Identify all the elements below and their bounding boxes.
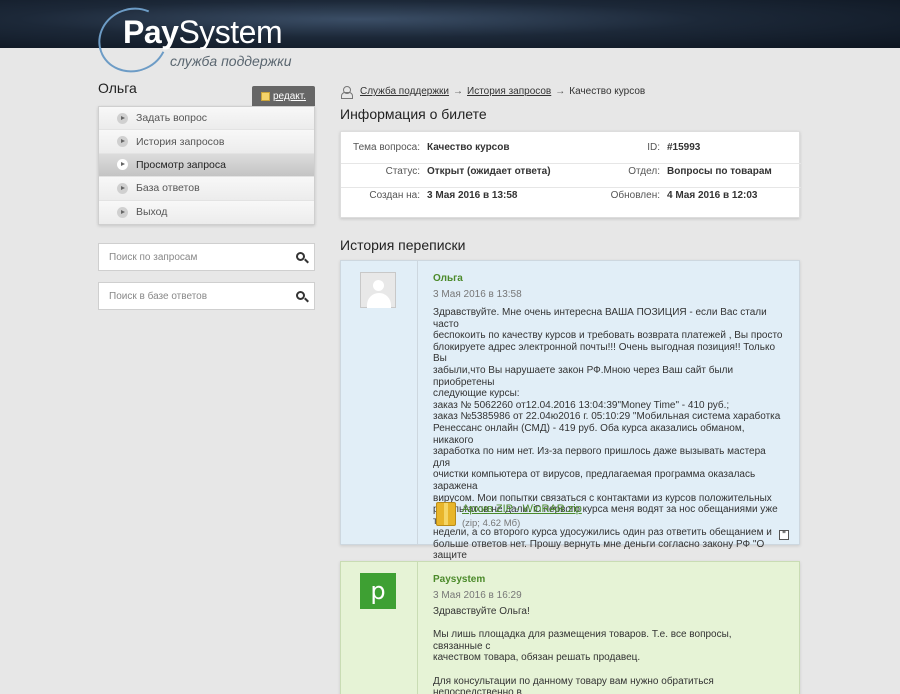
menu-item-request-history[interactable]: История запросов (99, 130, 314, 154)
menu-item-answer-base[interactable]: База ответов (99, 177, 314, 201)
zip-archive-icon (436, 502, 456, 526)
message-body: Здравствуйте Ольга! Мы лишь площадка для… (433, 606, 732, 694)
message-support: p Paysystem 3 Мая 2016 в 16:29 Здравству… (340, 561, 800, 694)
topic-value: Качество курсов (427, 142, 510, 153)
search-answers-placeholder: Поиск в базе ответов (109, 290, 208, 302)
menu-item-label: История запросов (136, 135, 225, 148)
search-answers-input[interactable]: Поиск в базе ответов (98, 282, 315, 310)
search-icon[interactable] (296, 252, 305, 261)
arrow-right-icon (117, 182, 128, 194)
search-requests-placeholder: Поиск по запросам (109, 251, 198, 263)
breadcrumb-current: Качество курсов (569, 86, 646, 97)
arrow-right-icon (117, 136, 128, 148)
history-title: История переписки (340, 237, 466, 253)
breadcrumb-history[interactable]: История запросов (467, 86, 551, 97)
attachment-link[interactable]: Архив ZIP - WinRAR.zip (462, 503, 582, 515)
ticket-info-title: Информация о билете (340, 106, 487, 122)
info-row-status: Статус: Открыт (ожидает ответа) Отдел: В… (341, 166, 801, 188)
message-avatar-column (341, 261, 418, 544)
header: PaySystem (0, 0, 900, 83)
menu-item-view-request[interactable]: Просмотр запроса (99, 153, 314, 178)
message-author: Ольга (433, 273, 463, 284)
status-label: Статус: (385, 166, 420, 177)
user-name: Ольга (98, 80, 137, 96)
menu-item-ask-question[interactable]: Задать вопрос (99, 107, 314, 131)
user-avatar-icon (360, 272, 396, 308)
logo[interactable]: PaySystem (123, 14, 283, 51)
ticket-info-box: Тема вопроса: Качество курсов ID: #15993… (340, 131, 801, 218)
search-requests-input[interactable]: Поиск по запросам (98, 243, 315, 271)
id-value: #15993 (667, 142, 701, 153)
menu-item-logout[interactable]: Выход (99, 200, 314, 224)
arrow-right-icon (117, 159, 128, 171)
status-value: Открыт (ожидает ответа) (427, 166, 551, 177)
edit-label: редакт. (272, 90, 307, 102)
breadcrumb-separator: → (453, 86, 464, 97)
updated-label: Обновлен: (610, 190, 660, 201)
breadcrumb-separator: → (555, 86, 566, 97)
edit-profile-button[interactable]: редакт. (252, 86, 315, 106)
updated-value: 4 Мая 2016 в 12:03 (667, 190, 758, 201)
pencil-icon (260, 91, 270, 101)
user-icon (340, 86, 353, 99)
menu-item-label: Выход (136, 206, 168, 219)
logo-subtitle: служба поддержки (170, 53, 292, 69)
search-icon[interactable] (296, 291, 305, 300)
message-avatar-column: p (341, 562, 418, 694)
dept-label: Отдел: (628, 166, 660, 177)
message-user: Ольга 3 Мая 2016 в 13:58 Здравствуйте. М… (340, 260, 800, 608)
message-date: 3 Мая 2016 в 13:58 (433, 289, 522, 300)
quote-icon[interactable]: " (779, 530, 789, 540)
message-date: 3 Мая 2016 в 16:29 (433, 590, 522, 601)
message-author: Paysystem (433, 574, 486, 585)
arrow-right-icon (117, 206, 128, 218)
menu-item-label: Задать вопрос (136, 112, 208, 125)
breadcrumb: Служба поддержки → История запросов → Ка… (340, 86, 646, 99)
sidebar-menu: Задать вопрос История запросов Просмотр … (98, 106, 315, 225)
info-row-topic: Тема вопроса: Качество курсов ID: #15993 (341, 142, 801, 164)
topic-label: Тема вопроса: (353, 142, 420, 153)
arrow-right-icon (117, 112, 128, 124)
created-value: 3 Мая 2016 в 13:58 (427, 190, 518, 201)
menu-item-label: Просмотр запроса (136, 158, 226, 171)
created-label: Создан на: (369, 190, 420, 201)
dept-value: Вопросы по товарам (667, 166, 772, 177)
attachment-size: (zip; 4.62 Мб) (462, 518, 521, 529)
info-row-dates: Создан на: 3 Мая 2016 в 13:58 Обновлен: … (341, 190, 801, 212)
paysystem-avatar-icon: p (360, 573, 396, 609)
breadcrumb-support[interactable]: Служба поддержки (360, 86, 449, 97)
menu-item-label: База ответов (136, 182, 200, 195)
id-label: ID: (647, 142, 660, 153)
